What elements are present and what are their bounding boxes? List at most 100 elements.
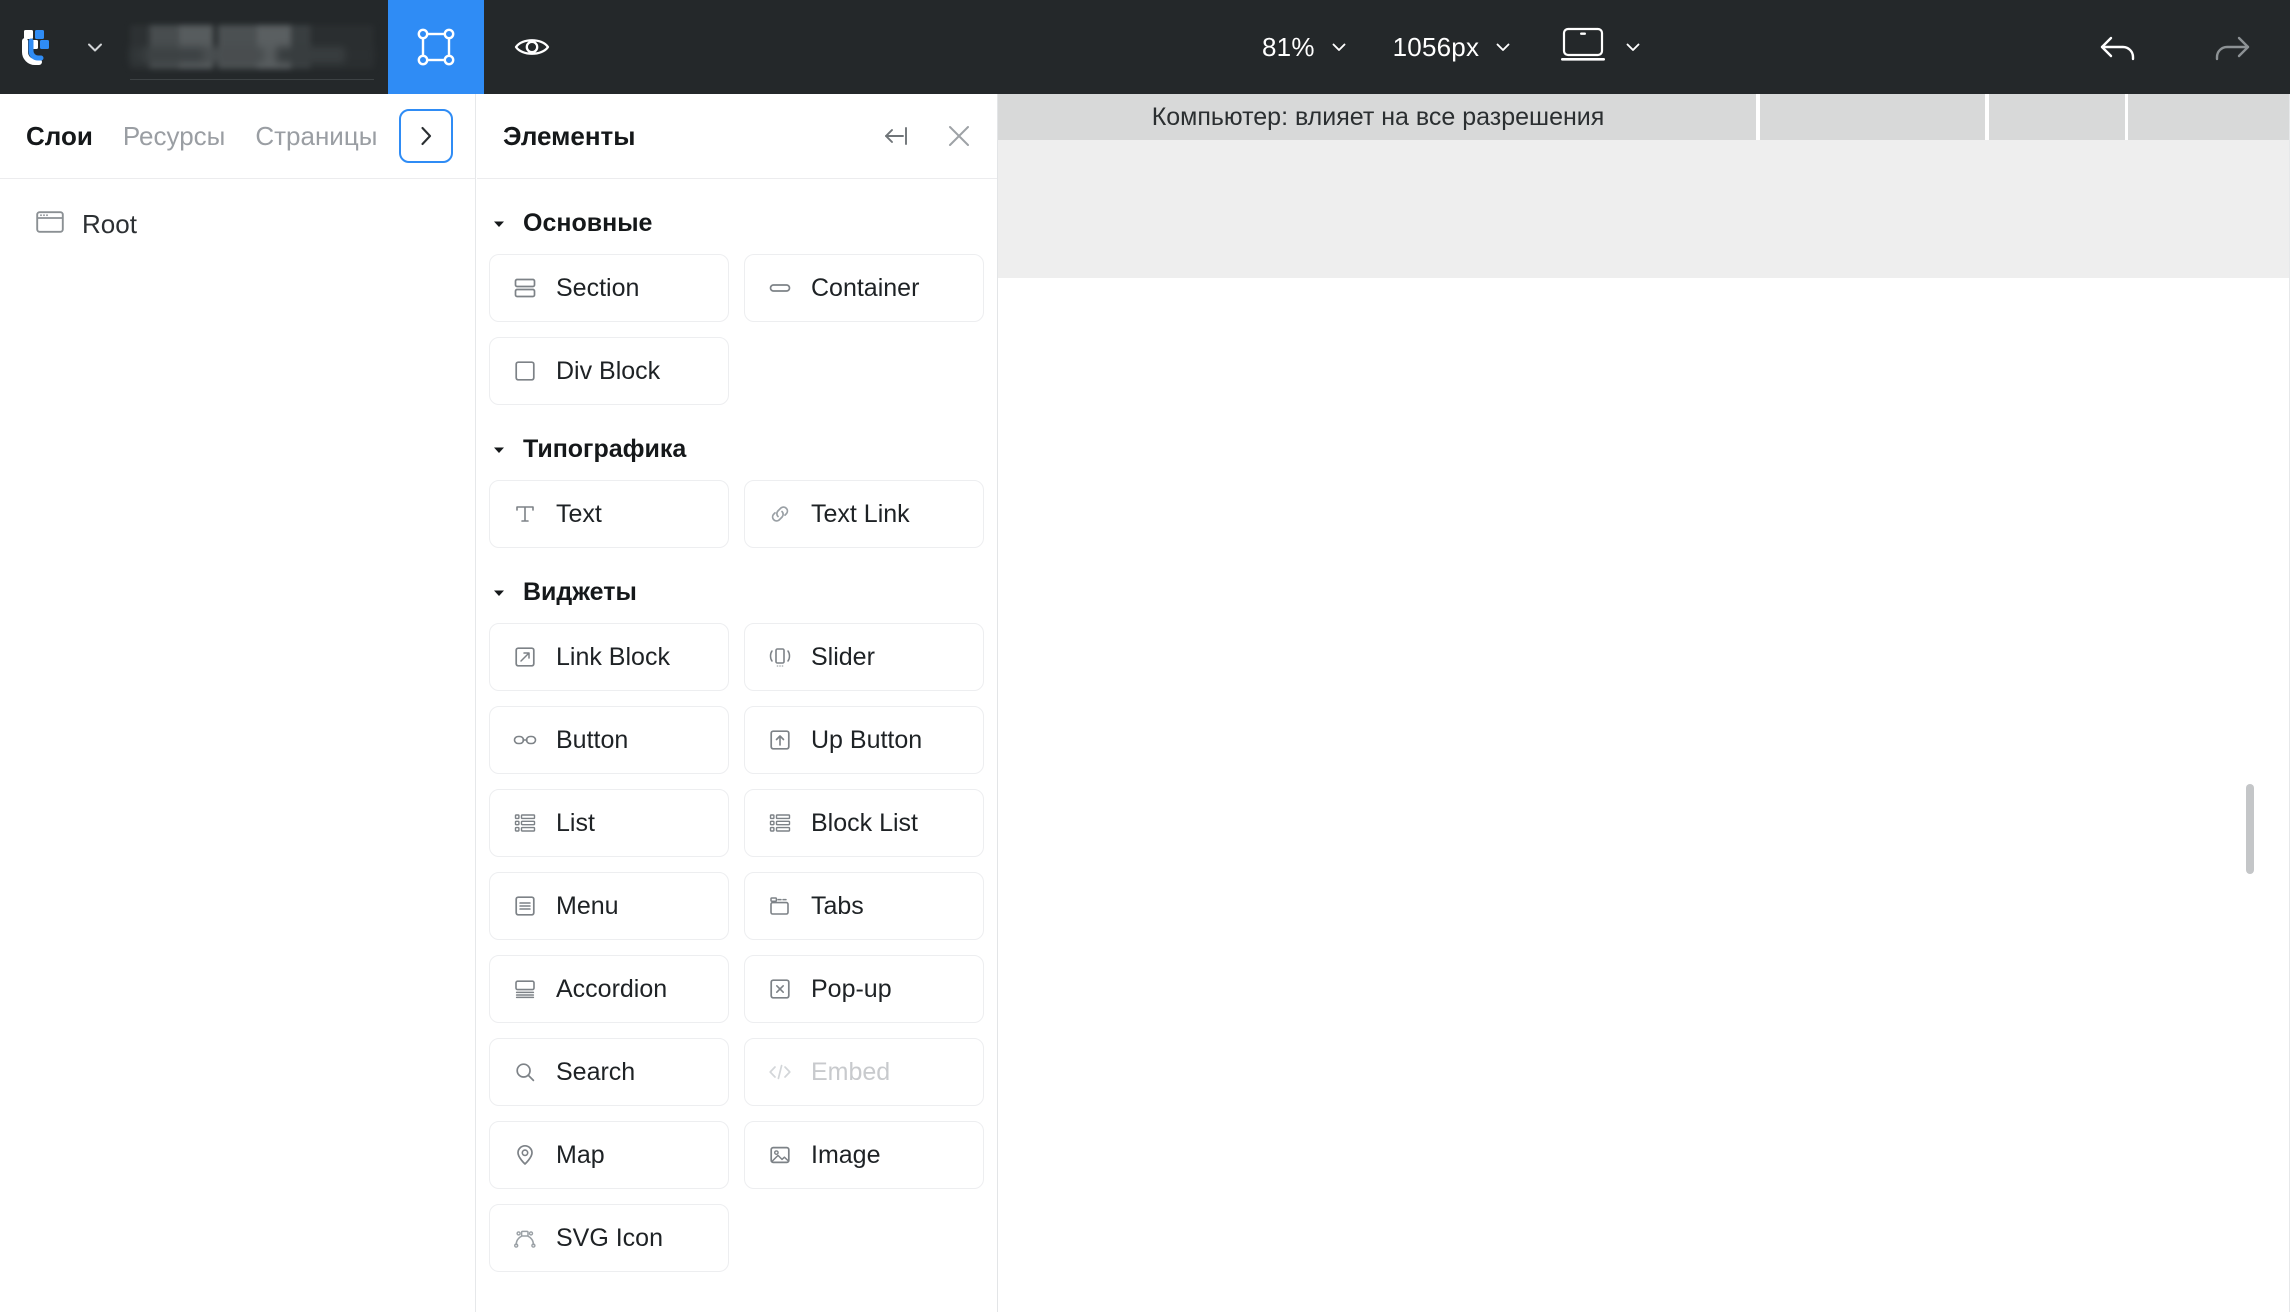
element-card-label: Search [556, 1057, 636, 1086]
viewport-width-value: 1056px [1392, 31, 1480, 62]
element-card-search[interactable]: Search [489, 1038, 729, 1106]
popup-icon [767, 976, 793, 1002]
element-card-label: Slider [811, 642, 875, 671]
element-card-slider[interactable]: Slider [744, 623, 984, 691]
element-card-label: Text [556, 499, 602, 528]
app-logo[interactable] [0, 0, 78, 94]
element-card-map[interactable]: Map [489, 1121, 729, 1189]
element-card-tabs[interactable]: Tabs [744, 872, 984, 940]
up-button-icon [767, 727, 793, 753]
project-name-input[interactable] [130, 18, 374, 80]
element-card-label: Menu [556, 891, 619, 920]
element-card-label: Accordion [556, 974, 668, 1003]
element-card-block-list[interactable]: Block List [744, 789, 984, 857]
canvas-viewport[interactable] [998, 278, 2290, 1312]
caret-down-icon [489, 442, 509, 458]
element-card-list[interactable]: List [489, 789, 729, 857]
redo-button[interactable] [2208, 24, 2254, 70]
layers-panel: Слои Ресурсы Страницы Root [0, 94, 476, 1312]
close-panel-button[interactable] [943, 120, 975, 152]
text-icon [512, 501, 538, 527]
section-icon [512, 275, 538, 301]
element-card-container[interactable]: Container [744, 254, 984, 322]
preview-button[interactable] [484, 0, 580, 94]
tree-item-label: Root [82, 208, 137, 239]
viewport-width-dropdown[interactable]: 1056px [1371, 0, 1536, 94]
element-card-image[interactable]: Image [744, 1121, 984, 1189]
artboard-select-icon [417, 28, 455, 66]
history-controls [2096, 0, 2254, 94]
element-card-link-block[interactable]: Link Block [489, 623, 729, 691]
link-chain-icon [767, 501, 793, 527]
layers-tree: Root [0, 179, 475, 247]
container-icon [767, 275, 793, 301]
group-header-basics[interactable]: Основные [477, 179, 997, 254]
accordion-icon [512, 976, 538, 1002]
element-card-label: Button [556, 725, 629, 754]
element-card-label: List [556, 808, 595, 837]
group-title-basics: Основные [523, 209, 653, 237]
browser-window-icon [36, 210, 64, 239]
element-card-accordion[interactable]: Accordion [489, 955, 729, 1023]
element-card-popup[interactable]: Pop-up [744, 955, 984, 1023]
app-root: 81% 1056px Слои Ресурсы Страницы Root Эл… [0, 0, 2290, 1312]
element-card-menu[interactable]: Menu [489, 872, 729, 940]
map-pin-icon [512, 1142, 538, 1168]
zoom-level-dropdown[interactable]: 81% [1240, 0, 1371, 94]
group-header-typography[interactable]: Типографика [477, 405, 997, 480]
canvas-area[interactable]: Компьютер: влияет на все разрешения [998, 94, 2290, 1312]
workspace-dropdown-button[interactable] [78, 0, 112, 94]
canvas-ruler-area [998, 140, 2290, 278]
group-title-typography: Типографика [523, 435, 687, 463]
tab-resources[interactable]: Ресурсы [123, 121, 226, 152]
caret-down-icon [489, 216, 509, 232]
canvas-vertical-scrollbar[interactable] [2246, 784, 2254, 874]
cards-typography: Text Text Link [477, 480, 997, 548]
group-title-widgets: Виджеты [523, 578, 637, 606]
dock-panel-button[interactable] [881, 120, 913, 152]
tabs-more-button[interactable] [399, 109, 453, 163]
element-card-text[interactable]: Text [489, 480, 729, 548]
element-card-embed: Embed [744, 1038, 984, 1106]
zoom-chevron-down-icon [1329, 37, 1349, 57]
desktop-device-icon [1557, 24, 1609, 71]
element-card-label: Tabs [811, 891, 864, 920]
element-card-svg-icon[interactable]: SVG Icon [489, 1204, 729, 1272]
element-card-label: Text Link [811, 499, 910, 528]
device-dropdown[interactable] [1535, 0, 1665, 94]
tree-item-root[interactable]: Root [0, 201, 475, 247]
dock-left-icon [885, 127, 907, 145]
breakpoint-segment-2[interactable] [1759, 94, 1985, 140]
breakpoint-segment-4[interactable] [2128, 94, 2290, 140]
group-header-widgets[interactable]: Виджеты [477, 548, 997, 623]
caret-down-icon [489, 585, 509, 601]
element-card-up-button[interactable]: Up Button [744, 706, 984, 774]
undo-button[interactable] [2096, 24, 2142, 70]
layers-tab-bar: Слои Ресурсы Страницы [0, 94, 475, 179]
tab-pages[interactable]: Страницы [255, 121, 377, 152]
elements-panel-actions [881, 120, 975, 152]
search-icon [512, 1059, 538, 1085]
eye-icon [514, 39, 550, 55]
element-card-button[interactable]: Button [489, 706, 729, 774]
element-card-section[interactable]: Section [489, 254, 729, 322]
teleport-logo-icon [22, 30, 49, 65]
element-card-text-link[interactable]: Text Link [744, 480, 984, 548]
element-card-label: Up Button [811, 725, 923, 754]
top-toolbar: 81% 1056px [0, 0, 2290, 94]
select-artboard-tool-button[interactable] [388, 0, 484, 94]
slider-icon [767, 644, 793, 670]
chevron-right-icon [421, 126, 432, 146]
breakpoint-segment-3[interactable] [1988, 94, 2125, 140]
element-card-label: Container [811, 273, 920, 302]
elements-panel-title: Элементы [503, 120, 636, 151]
button-icon [512, 727, 538, 753]
breakpoint-label: Компьютер: влияет на все разрешения [1151, 102, 1605, 131]
tab-layers[interactable]: Слои [26, 121, 93, 152]
elements-panel-header: Элементы [477, 94, 997, 179]
viewport-controls: 81% 1056px [1240, 0, 1665, 94]
element-card-div-block[interactable]: Div Block [489, 337, 729, 405]
element-card-label: Embed [811, 1057, 891, 1086]
svg-icon [512, 1225, 538, 1251]
element-card-label: Map [556, 1140, 605, 1169]
